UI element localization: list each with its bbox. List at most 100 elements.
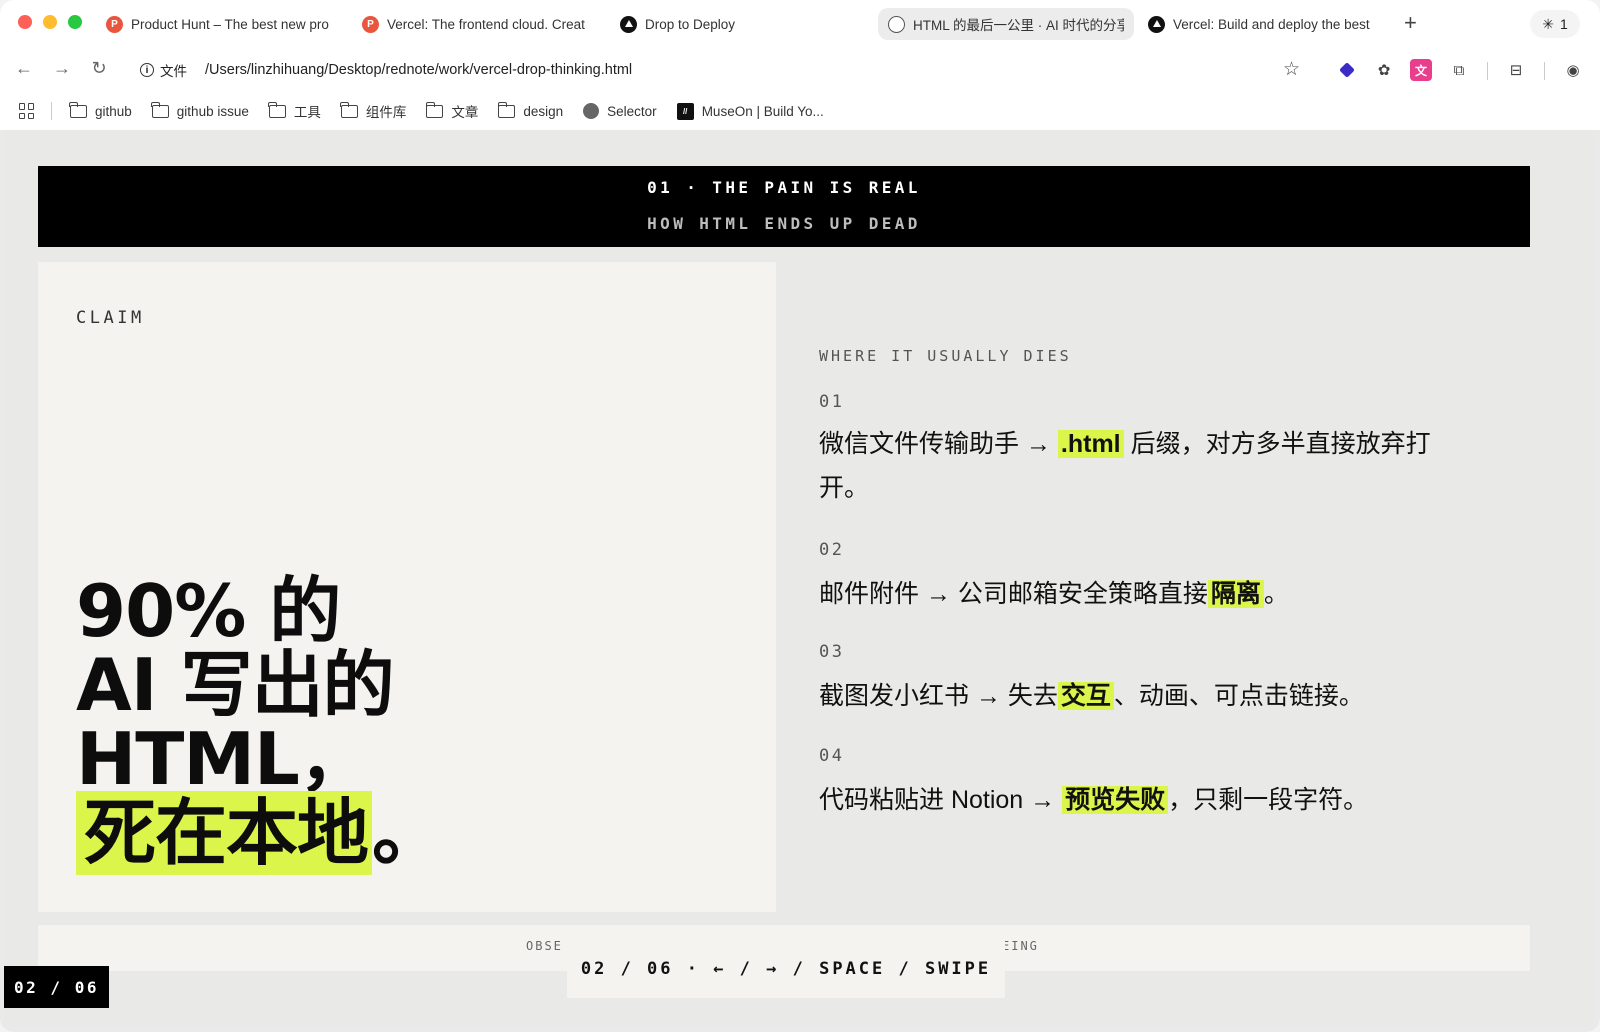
url-scheme-chip[interactable]: 文件 [160,60,187,80]
folder-icon [425,101,444,118]
extension-translate-icon[interactable]: 文 [1410,59,1432,81]
browser-toolbar: ← → ↻ i 文件 /Users/linzhihuang/Desktop/re… [0,48,1600,92]
folder-icon [151,101,169,118]
address-bar[interactable]: i 文件 /Users/linzhihuang/Desktop/rednote/… [128,54,1318,86]
bookmarks-divider [51,102,52,120]
list-item: 代码粘贴进 Notion → 预览失败 ，只剩一段字符。 [819,778,1479,822]
bookmark-articles[interactable]: 文章 [425,101,479,121]
toolbar-divider [1487,62,1488,80]
list-item-number: 04 [819,746,845,766]
headline-line-2: AI 写出的 [76,643,395,727]
page-viewport: 01 · THE PAIN IS REAL HOW HTML ENDS UP D… [4,130,1594,1028]
bookmark-design[interactable]: design [497,101,564,119]
banner-subtitle: HOW HTML ENDS UP DEAD [647,214,921,233]
list-item-number: 03 [819,642,845,662]
headline-tail: 。 [372,791,444,875]
folder-icon [340,101,358,118]
headline-line-3: HTML， [76,717,371,801]
item-text-pre: 微信文件传输助手 → [819,430,1058,458]
dies-label: WHERE IT USUALLY DIES [819,347,1072,365]
tab-vercel-frontend[interactable]: P Vercel: The frontend cloud. Creat [352,8,604,40]
product-hunt-icon: P [362,15,379,33]
item-text-post: ，只剩一段字符。 [1168,786,1369,814]
bookmark-github-issue[interactable]: github issue [151,101,249,119]
slide-navigation-hint[interactable]: 02 / 06 · ← / → / SPACE / SWIPE [567,940,1005,998]
bookmark-star-icon[interactable]: ☆ [1283,58,1300,81]
bookmark-label: 文章 [451,105,479,120]
section-banner: 01 · THE PAIN IS REAL HOW HTML ENDS UP D… [38,166,1530,247]
banner-title: 01 · THE PAIN IS REAL [647,178,921,197]
close-window-button[interactable] [18,15,32,29]
headline-line-4: 死在本地。 [76,791,444,875]
item-highlight: 交互 [1057,682,1114,710]
list-item-number: 01 [819,392,845,412]
claim-label: CLAIM [76,308,145,328]
tab-strip: P Product Hunt – The best new pro P Verc… [0,0,1600,48]
globe-icon [888,15,905,33]
side-panel-search-icon[interactable]: ⊟ [1505,59,1527,81]
item-text-pre: 截图发小红书 → 失去 [819,682,1058,710]
item-text-post: 。 [1263,580,1289,608]
apps-grid-icon[interactable] [19,103,35,119]
footer-faded-right: EING [1002,939,1039,953]
bookmark-github[interactable]: github [69,101,132,119]
tab-product-hunt[interactable]: P Product Hunt – The best new pro [96,8,346,40]
tab-label: Product Hunt – The best new pro [131,16,329,32]
bookmark-tools[interactable]: 工具 [268,101,321,121]
list-item: 截图发小红书 → 失去 交互 、动画、可点击链接。 [819,674,1479,718]
tab-search-button[interactable]: ✳ 1 [1530,10,1580,38]
tab-vercel-build[interactable]: Vercel: Build and deploy the best [1138,8,1388,40]
claim-headline: 90% 的 AI 写出的 HTML， 死在本地。 [76,569,444,875]
sparkle-icon: ✳ [1542,15,1554,32]
bookmark-label: 工具 [293,105,321,120]
item-text-pre: 代码粘贴进 Notion → [819,786,1063,814]
footer-faded-left: OBSE [526,939,563,953]
item-text-pre: 邮件附件 → 公司邮箱安全策略直接 [819,580,1208,608]
vercel-icon [1148,15,1165,33]
browser-window: P Product Hunt – The best new pro P Verc… [0,0,1600,1032]
extension-diamond-icon[interactable] [1336,59,1358,81]
product-hunt-icon: P [106,15,123,33]
claim-panel: CLAIM 90% 的 AI 写出的 HTML， 死在本地。 [38,262,776,912]
page-counter: 02 / 06 [4,966,109,1008]
item-highlight: 隔离 [1207,580,1264,608]
bookmark-label: 组件库 [365,105,407,120]
vercel-icon [620,15,637,33]
bookmark-label: github [95,103,132,119]
extension-puzzle-green-icon[interactable]: ✿ [1373,59,1395,81]
reload-icon[interactable]: ↻ [87,58,111,79]
profile-avatar-icon[interactable]: ◉ [1562,59,1584,81]
list-item: 微信文件传输助手 → .html 后缀，对方多半直接放弃打开。 [819,422,1479,510]
folder-icon [268,101,286,118]
list-item: 邮件附件 → 公司邮箱安全策略直接 隔离。 [819,572,1479,616]
new-tab-button[interactable]: + [1404,10,1417,36]
tab-html-last-mile[interactable]: HTML 的最后一公里 · AI 时代的分享 [878,8,1134,40]
headline-highlight: 死在本地 [76,791,373,875]
back-arrow-icon[interactable]: ← [12,58,36,79]
tab-label: Drop to Deploy [645,16,736,32]
museon-logo-icon: // [676,102,694,120]
bookmark-label: Selector [607,103,657,119]
folder-icon [497,101,516,118]
maximize-window-button[interactable] [68,15,82,29]
tab-label: Vercel: Build and deploy the best [1173,16,1370,32]
tab-count: 1 [1559,16,1568,32]
headline-line-1: 90% 的 [76,569,341,653]
bookmark-label: MuseOn | Build Yo... [701,103,824,119]
bookmark-label: design [523,103,564,119]
bookmark-components[interactable]: 组件库 [340,101,407,121]
bookmark-museon[interactable]: // MuseOn | Build Yo... [676,102,824,120]
url-text[interactable]: /Users/linzhihuang/Desktop/rednote/work/… [205,62,632,78]
tab-label: Vercel: The frontend cloud. Creat [387,16,585,32]
minimize-window-button[interactable] [43,15,57,29]
extensions-puzzle-icon[interactable]: ⧉ [1448,59,1470,81]
info-icon[interactable]: i [140,63,154,77]
forward-arrow-icon[interactable]: → [50,58,74,79]
bookmark-selector[interactable]: Selector [583,103,657,119]
tab-drop-to-deploy[interactable]: Drop to Deploy [610,8,860,40]
toolbar-divider [1544,62,1545,80]
tab-label: HTML 的最后一公里 · AI 时代的分享 [913,18,1124,33]
globe-icon [583,103,600,119]
folder-icon [69,101,87,118]
item-text-post: 、动画、可点击链接。 [1113,682,1364,710]
